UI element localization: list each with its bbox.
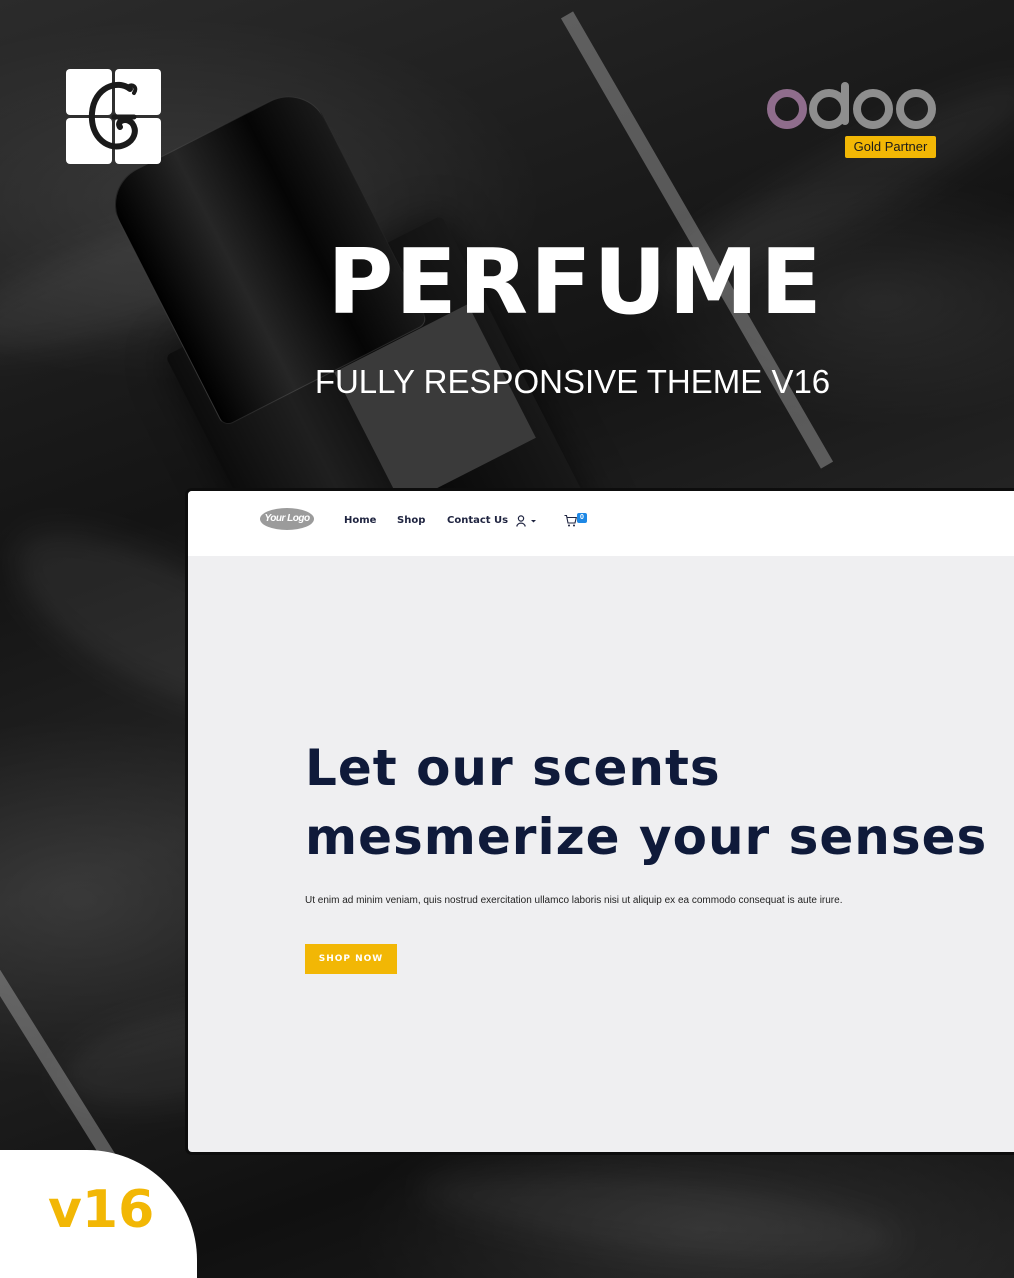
website-mockup: Your Logo Home Shop Contact Us 0 Let our… (188, 491, 1014, 1152)
mock-site-logo[interactable]: Your Logo (260, 508, 314, 530)
shop-now-button[interactable]: SHOP NOW (305, 944, 397, 974)
cart-icon[interactable] (564, 514, 577, 527)
hero-heading: Let our scents mesmerize your senses (305, 739, 988, 866)
nav-link-home[interactable]: Home (344, 515, 376, 526)
gold-partner-badge: Gold Partner (845, 136, 936, 158)
cart-count-badge: 0 (577, 513, 587, 523)
page-title: PERFUME (327, 230, 824, 335)
page-subtitle: FULLY RESPONSIVE THEME V16 (314, 363, 831, 400)
mock-navbar: Your Logo Home Shop Contact Us 0 (188, 491, 1014, 556)
version-badge: v16 (48, 1180, 155, 1240)
cg-monogram-icon (66, 69, 161, 164)
user-account-icon[interactable] (516, 515, 538, 527)
nav-link-contact[interactable]: Contact Us (447, 515, 508, 526)
nav-link-shop[interactable]: Shop (397, 515, 425, 526)
hero-description: Ut enim ad minim veniam, quis nostrud ex… (305, 895, 843, 906)
